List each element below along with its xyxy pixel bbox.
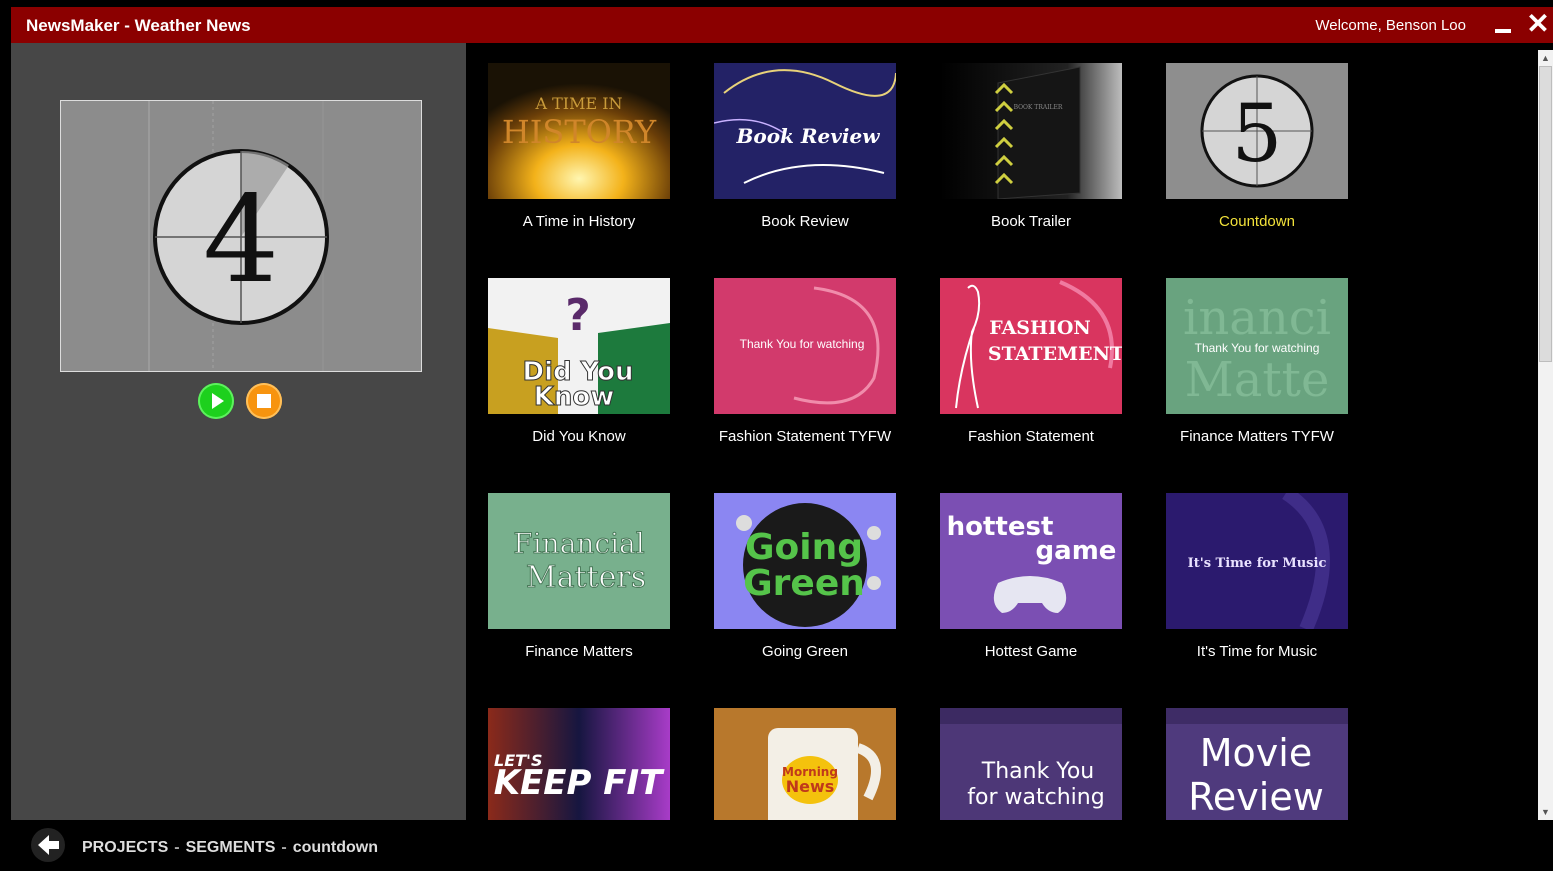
thumbnail: ? Did You Know <box>488 278 670 414</box>
breadcrumb-current: countdown <box>292 839 379 856</box>
tile-caption: Fashion Statement TYFW <box>718 428 892 445</box>
thumbnail: FASHION STATEMENT <box>940 278 1122 414</box>
back-button[interactable] <box>31 828 65 862</box>
svg-text:KEEP FIT: KEEP FIT <box>494 763 665 803</box>
svg-text:It's Time for Music: It's Time for Music <box>1188 556 1327 571</box>
thumbnail: Financial Matters <box>488 493 670 629</box>
tile-finance-matters[interactable]: Financial Matters Finance Matters <box>488 493 670 683</box>
countdown-preview-graphic: 4 <box>61 101 421 371</box>
svg-text:5: 5 <box>1232 87 1283 180</box>
preview-player: 4 <box>60 100 422 372</box>
breadcrumb-projects[interactable]: PROJECTS <box>82 839 168 856</box>
svg-text:Matters: Matters <box>526 560 646 595</box>
breadcrumb-separator: - <box>281 839 287 856</box>
thumbnail: inanci Matte Thank You for watching <box>1166 278 1348 414</box>
tile-fashion-statement[interactable]: FASHION STATEMENT Fashion Statement <box>940 278 1122 468</box>
svg-text:Review: Review <box>1188 775 1324 819</box>
breadcrumb-segments[interactable]: SEGMENTS <box>186 839 276 856</box>
tile-caption: Finance Matters TYFW <box>1180 428 1334 445</box>
svg-text:Movie: Movie <box>1200 731 1312 775</box>
tile-book-review[interactable]: Book Review Book Review <box>714 63 896 253</box>
tile-thank-you-for-watching[interactable]: Thank You for watching <box>940 708 1122 820</box>
close-button[interactable]: ✕ <box>1525 10 1551 38</box>
welcome-text: Welcome, Benson Loo <box>1315 17 1466 34</box>
tile-its-time-for-music[interactable]: It's Time for Music It's Time for Music <box>1166 493 1348 683</box>
thumbnail: BOOK TRAILER <box>940 63 1122 199</box>
tile-morning-news[interactable]: Morning News <box>714 708 896 820</box>
tile-going-green[interactable]: Going Green Going Green <box>714 493 896 683</box>
svg-text:?: ? <box>565 290 591 341</box>
tile-fashion-statement-tyfw[interactable]: Thank You for watching Fashion Statement… <box>714 278 896 468</box>
thumbnail: A TIME IN HISTORY <box>488 63 670 199</box>
tile-finance-matters-tyfw[interactable]: inanci Matte Thank You for watching Fina… <box>1166 278 1348 468</box>
tile-caption: A Time in History <box>522 213 636 230</box>
preview-number: 4 <box>203 171 279 310</box>
tile-caption: Countdown <box>1219 213 1295 230</box>
tile-caption: Book Review <box>761 213 849 230</box>
svg-text:STATEMENT: STATEMENT <box>988 343 1122 365</box>
thumbnail: Going Green <box>714 493 896 629</box>
svg-text:game: game <box>1036 536 1117 566</box>
svg-text:Know: Know <box>534 382 615 412</box>
stop-button[interactable] <box>246 383 282 419</box>
breadcrumb: PROJECTS - SEGMENTS - countdown <box>82 839 378 857</box>
tile-caption: Finance Matters <box>525 643 633 660</box>
thumbnail: Morning News <box>714 708 896 820</box>
scroll-up-button[interactable]: ▲ <box>1538 50 1553 66</box>
svg-text:Thank You: Thank You <box>981 759 1094 784</box>
svg-text:FASHION: FASHION <box>989 317 1091 339</box>
svg-text:News: News <box>786 777 835 796</box>
tile-caption: Book Trailer <box>990 213 1072 230</box>
app-window: NewsMaker - Weather News Welcome, Benson… <box>11 7 1553 871</box>
svg-text:Thank You for watching: Thank You for watching <box>1195 341 1320 355</box>
thumbnail: Thank You for watching <box>714 278 896 414</box>
preview-panel: 4 <box>11 43 466 820</box>
svg-text:HISTORY: HISTORY <box>502 113 657 151</box>
scroll-down-button[interactable]: ▼ <box>1538 804 1553 820</box>
tile-movie-review[interactable]: Movie Review <box>1166 708 1348 820</box>
tile-did-you-know[interactable]: ? Did You Know Did You Know <box>488 278 670 468</box>
vertical-scrollbar[interactable]: ▲ ▼ <box>1538 50 1553 820</box>
svg-text:Green: Green <box>743 563 865 604</box>
tile-countdown[interactable]: 5 Countdown <box>1166 63 1348 253</box>
svg-text:Financial: Financial <box>513 527 644 560</box>
title-bar: NewsMaker - Weather News Welcome, Benson… <box>11 7 1553 43</box>
tile-lets-keep-fit[interactable]: LET'S KEEP FIT <box>488 708 670 820</box>
segment-grid: A TIME IN HISTORY A Time in History Book… <box>466 57 1538 820</box>
svg-text:A TIME IN: A TIME IN <box>534 94 622 113</box>
svg-text:Going: Going <box>745 527 863 568</box>
svg-text:inanci: inanci <box>1183 290 1331 346</box>
tile-book-trailer[interactable]: BOOK TRAILER Book Trailer <box>940 63 1122 253</box>
breadcrumb-separator: - <box>174 839 180 856</box>
tile-caption: Going Green <box>762 643 848 660</box>
back-arrow-icon <box>38 835 59 855</box>
app-title: NewsMaker - Weather News <box>26 16 251 35</box>
svg-text:BOOK TRAILER: BOOK TRAILER <box>1014 104 1063 111</box>
thumbnail: Movie Review <box>1166 708 1348 820</box>
thumbnail: 5 <box>1166 63 1348 199</box>
tile-caption: Hottest Game <box>984 643 1078 660</box>
thumbnail: hottest game <box>940 493 1122 629</box>
tile-hottest-game[interactable]: hottest game Hottest Game <box>940 493 1122 683</box>
svg-text:Book Review: Book Review <box>736 124 881 148</box>
minimize-button[interactable] <box>1491 17 1513 35</box>
thumbnail: It's Time for Music <box>1166 493 1348 629</box>
play-button[interactable] <box>198 383 234 419</box>
bottom-bar: PROJECTS - SEGMENTS - countdown <box>11 820 1553 871</box>
tile-caption: Did You Know <box>532 428 626 445</box>
thumbnail: Thank You for watching <box>940 708 1122 820</box>
tile-a-time-in-history[interactable]: A TIME IN HISTORY A Time in History <box>488 63 670 253</box>
svg-text:Matte: Matte <box>1185 352 1330 408</box>
tile-caption: Fashion Statement <box>968 428 1094 445</box>
svg-text:for watching: for watching <box>967 785 1104 810</box>
thumbnail: Book Review <box>714 63 896 199</box>
thumbnail: LET'S KEEP FIT <box>488 708 670 820</box>
svg-text:Thank You for watching: Thank You for watching <box>740 337 865 351</box>
tile-caption: It's Time for Music <box>1196 643 1318 660</box>
scroll-thumb[interactable] <box>1539 66 1552 362</box>
